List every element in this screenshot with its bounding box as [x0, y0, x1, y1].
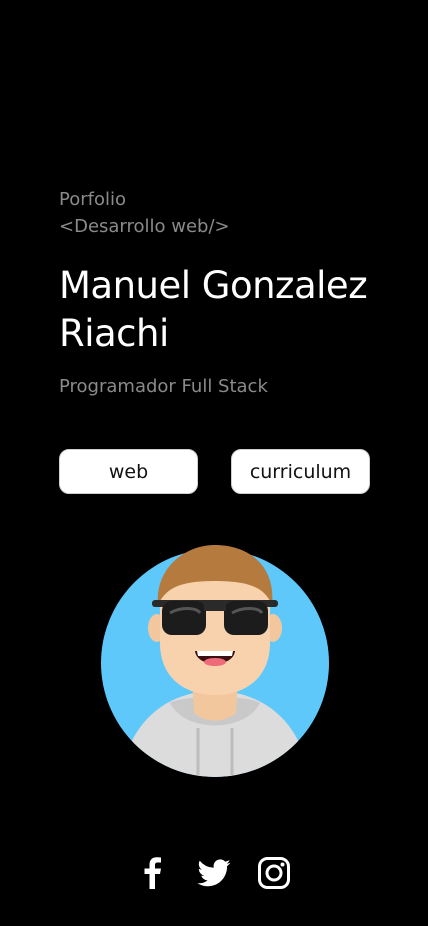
avatar — [100, 543, 330, 778]
facebook-icon — [144, 857, 161, 889]
eyebrow: Porfolio <Desarrollo web/> — [59, 186, 230, 240]
role-subtitle: Programador Full Stack — [59, 376, 268, 397]
twitter-icon — [197, 859, 231, 887]
memoji-avatar-icon — [101, 545, 329, 777]
page-title: Manuel Gonzalez Riachi — [59, 262, 399, 358]
web-button[interactable]: web — [59, 449, 198, 494]
social-links — [0, 855, 428, 895]
curriculum-button[interactable]: curriculum — [231, 449, 370, 494]
name-line-1: Manuel Gonzalez — [59, 264, 368, 307]
eyebrow-portfolio: Porfolio — [59, 189, 126, 210]
name-line-2: Riachi — [59, 312, 169, 355]
twitter-link[interactable] — [196, 855, 232, 891]
eyebrow-dev-tag: <Desarrollo web/> — [59, 216, 230, 237]
facebook-link[interactable] — [135, 855, 171, 891]
portfolio-page: Porfolio <Desarrollo web/> Manuel Gonzal… — [0, 0, 428, 926]
instagram-link[interactable] — [256, 855, 292, 891]
instagram-icon — [258, 857, 290, 889]
